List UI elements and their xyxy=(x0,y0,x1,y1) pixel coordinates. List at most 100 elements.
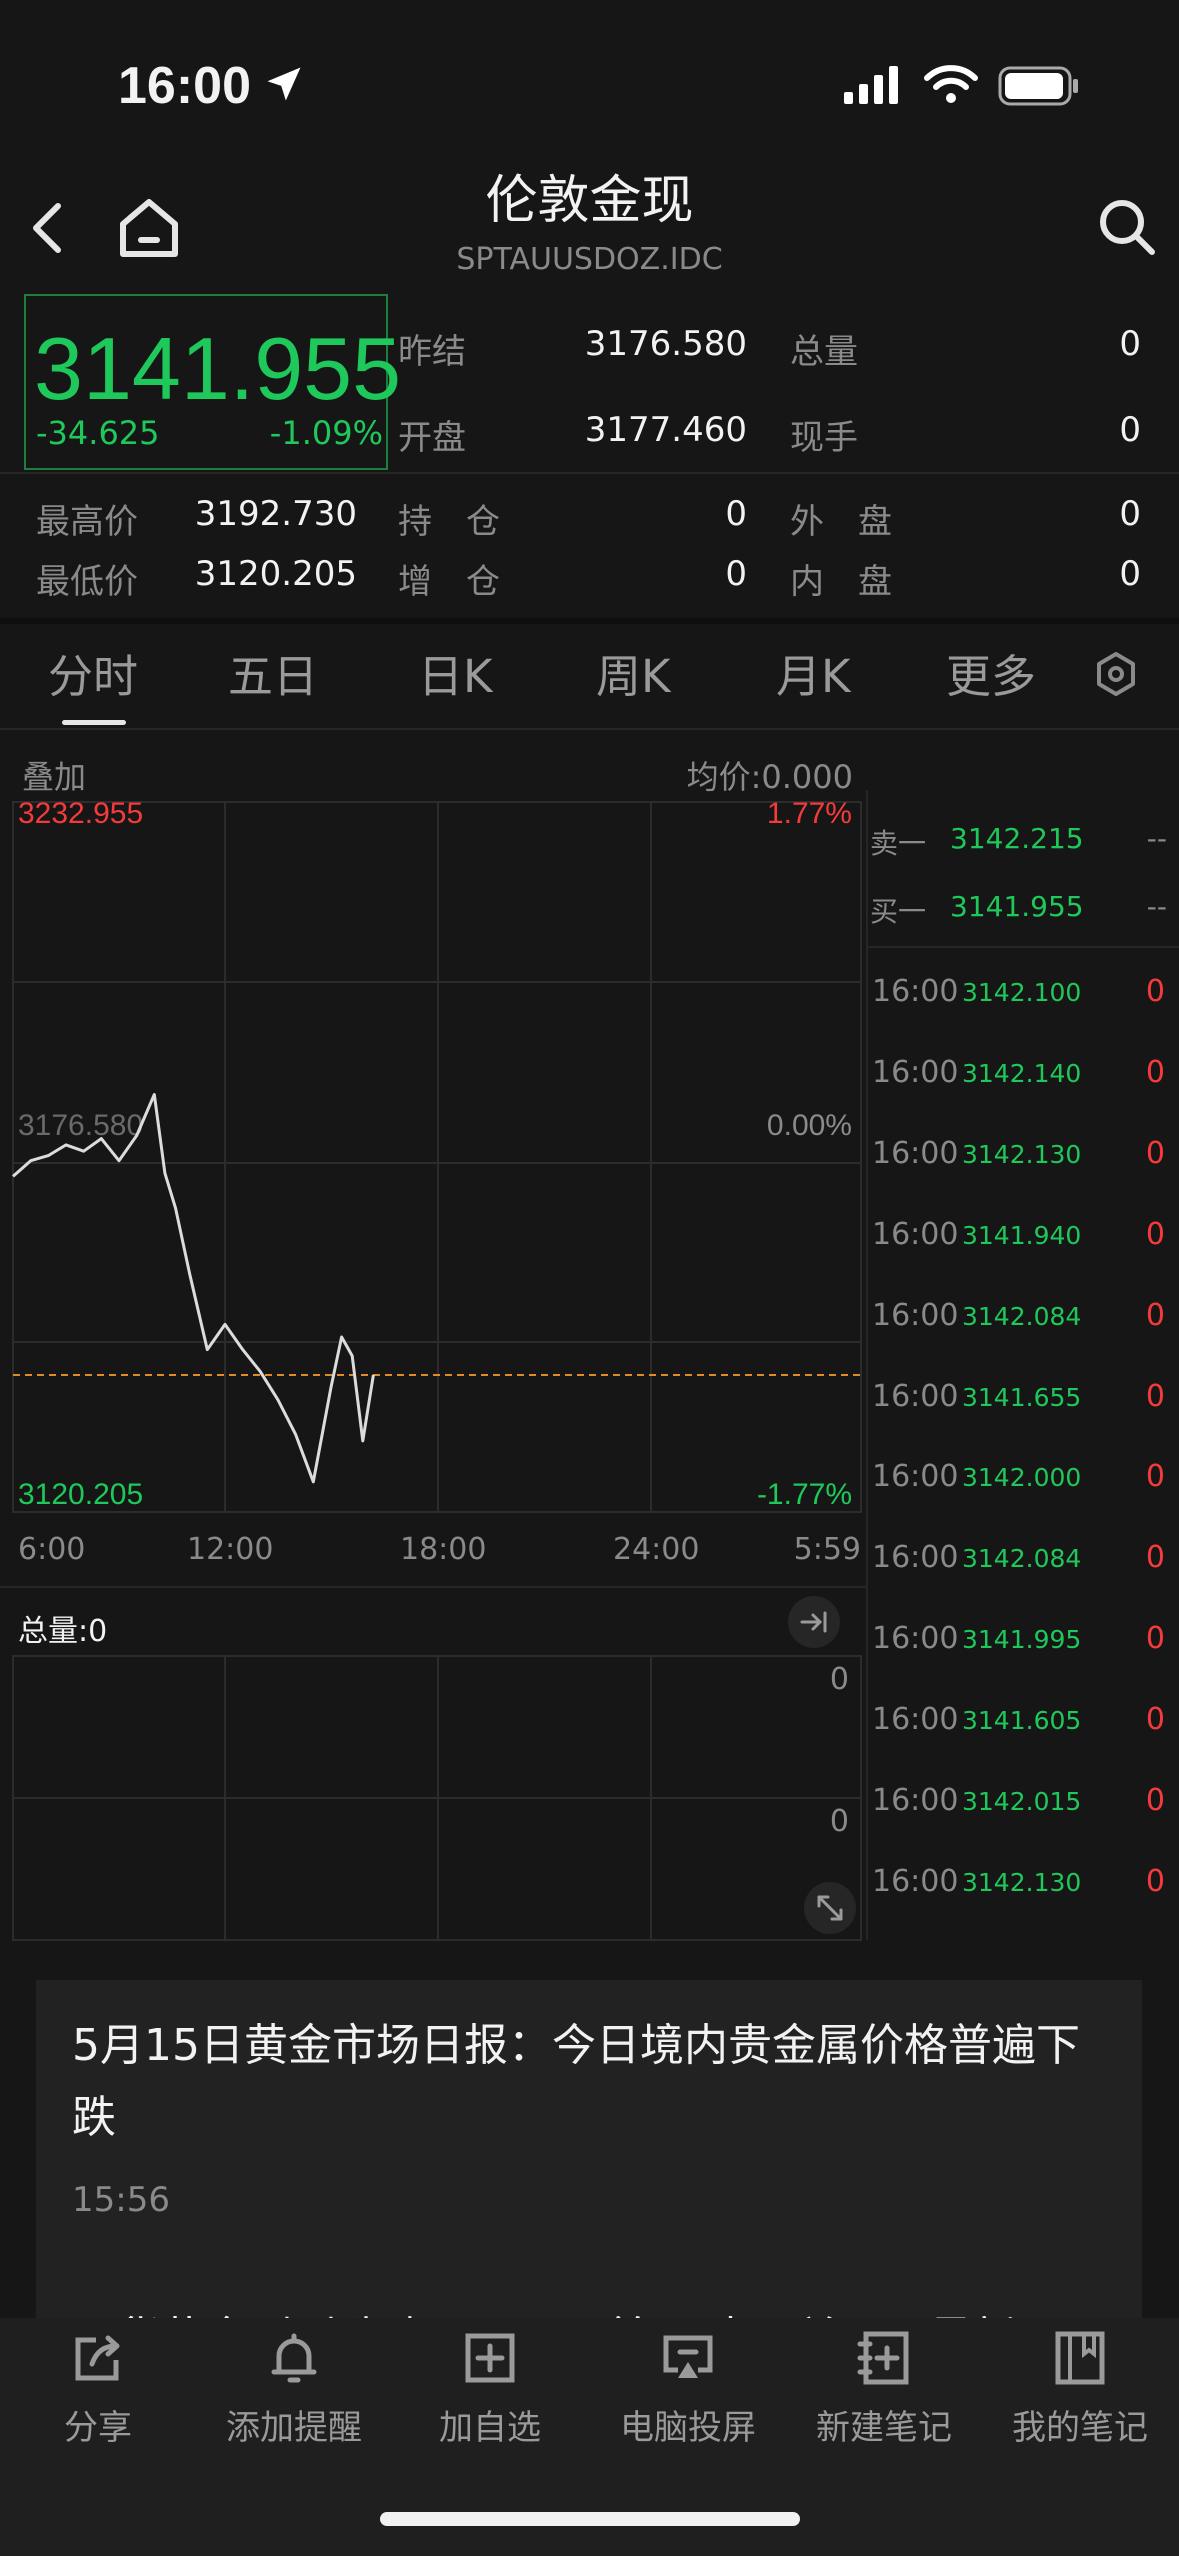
new-note-button[interactable]: 新建笔记 xyxy=(786,2330,982,2449)
current-hand-label: 现手 xyxy=(790,418,858,458)
high-value: 3192.730 xyxy=(194,494,357,534)
battery-icon xyxy=(998,66,1078,106)
plus-square-icon xyxy=(465,2333,515,2383)
tick-price: 3142.100 xyxy=(962,978,1082,1007)
tabs-divider xyxy=(0,728,1179,730)
orderbook-label: 卖一 xyxy=(870,827,927,860)
add-watchlist-button[interactable]: 加自选 xyxy=(392,2330,588,2449)
x-tick-0: 6:00 xyxy=(18,1532,86,1567)
intraday-price-chart[interactable]: 3176.580 3232.955 1.77% 0.00% 3120.205 -… xyxy=(0,790,866,1530)
tick-price: 3142.000 xyxy=(962,1463,1082,1493)
share-button[interactable]: 分享 xyxy=(0,2330,196,2449)
share-label: 分享 xyxy=(64,2408,132,2448)
tick-time: 16:00 xyxy=(872,1378,959,1414)
expand-icon xyxy=(817,1895,843,1921)
section-gap xyxy=(0,618,1179,624)
price-series-line xyxy=(12,1093,375,1484)
tab-weekly-k[interactable]: 周K xyxy=(596,640,671,705)
chart-bottom-pct: -1.77% xyxy=(757,1478,852,1511)
share-icon xyxy=(75,2335,120,2381)
tick-price: 3142.130 xyxy=(962,1867,1082,1897)
axis-divider xyxy=(0,1586,866,1588)
tick-volume: 0 xyxy=(1145,1459,1165,1495)
expand-chart-button[interactable] xyxy=(804,1882,856,1934)
last-price: 3141.955 xyxy=(34,319,402,418)
chart-top-price: 3232.955 xyxy=(18,797,143,830)
open-label: 开盘 xyxy=(398,418,466,458)
orderbook-divider xyxy=(868,946,1179,948)
add-position-value: 0 xyxy=(725,554,747,594)
tick-time: 16:00 xyxy=(872,1863,959,1899)
instrument-code: SPTAUUSDOZ.IDC xyxy=(456,242,723,277)
position-label: 持 仓 xyxy=(398,502,500,542)
chart-settings-icon[interactable] xyxy=(1092,650,1140,698)
home-indicator[interactable] xyxy=(380,2512,800,2526)
screen-cast-button[interactable]: 电脑投屏 xyxy=(590,2330,786,2449)
prev-settle-label: 昨结 xyxy=(398,332,466,372)
screen-cast-label: 电脑投屏 xyxy=(620,2408,756,2448)
inner-label: 内 盘 xyxy=(790,562,892,602)
tick-volume: 0 xyxy=(1145,974,1165,1009)
collapse-panel-button[interactable] xyxy=(788,1596,840,1648)
low-value: 3120.205 xyxy=(194,554,357,594)
x-tick-3: 24:00 xyxy=(613,1532,700,1567)
open-value: 3177.460 xyxy=(584,410,747,450)
my-notes-button[interactable]: 我的笔记 xyxy=(982,2330,1178,2449)
notebook-icon xyxy=(1055,2331,1105,2385)
news-title[interactable]: 5月15日黄金市场日报：今日境内贵金属价格普遍下跌 xyxy=(72,2010,1082,2154)
chart-bottom-price: 3120.205 xyxy=(18,1478,143,1511)
tab-five-day[interactable]: 五日 xyxy=(228,640,318,705)
tick-price: 3142.084 xyxy=(962,1544,1082,1574)
low-label: 最低价 xyxy=(36,562,138,602)
tick-price: 3142.084 xyxy=(962,1301,1082,1331)
collapse-right-icon xyxy=(800,1611,827,1633)
add-position-label: 增 仓 xyxy=(398,562,500,602)
chart-grid xyxy=(12,801,862,1513)
tick-volume: 0 xyxy=(1145,1378,1165,1414)
volume-chart xyxy=(12,1655,862,1941)
price-change: -34.625 xyxy=(36,414,160,452)
tab-active-indicator xyxy=(62,720,126,725)
outer-label: 外 盘 xyxy=(790,502,892,542)
tick-time: 16:00 xyxy=(872,1621,959,1657)
search-icon[interactable] xyxy=(1096,196,1158,258)
bell-icon xyxy=(271,2333,317,2383)
price-change-pct: -1.09% xyxy=(269,414,383,452)
add-watchlist-label: 加自选 xyxy=(439,2408,541,2448)
chart-mid-price: 3176.580 xyxy=(18,1109,143,1142)
my-notes-label: 我的笔记 xyxy=(1012,2408,1148,2448)
tab-monthly-k[interactable]: 月K xyxy=(776,640,851,705)
tick-price: 3141.940 xyxy=(962,1220,1082,1250)
tick-time: 16:00 xyxy=(872,1540,959,1576)
signal-icon xyxy=(844,66,898,104)
current-hand-value: 0 xyxy=(1119,410,1141,450)
tick-price: 3142.130 xyxy=(962,1139,1082,1169)
chart-mid-pct: 0.00% xyxy=(767,1109,852,1142)
tick-time: 16:00 xyxy=(872,1216,959,1252)
orderbook-qty: -- xyxy=(1146,822,1167,855)
volume-total-label: 总量:0 xyxy=(18,1614,108,1649)
tab-intraday[interactable]: 分时 xyxy=(48,640,138,705)
divider xyxy=(0,472,1179,474)
tick-volume: 0 xyxy=(1145,1216,1165,1252)
tab-more[interactable]: 更多 xyxy=(946,640,1036,705)
orderbook-label: 买一 xyxy=(870,895,927,928)
tick-time: 16:00 xyxy=(872,1054,959,1090)
orderbook-qty: -- xyxy=(1146,890,1167,923)
side-panel-divider xyxy=(866,790,868,1940)
tick-volume: 0 xyxy=(1145,1621,1165,1657)
position-value: 0 xyxy=(725,494,747,534)
tick-price: 3141.605 xyxy=(962,1706,1082,1736)
wifi-icon xyxy=(924,65,978,103)
tab-daily-k[interactable]: 日K xyxy=(418,640,493,705)
news-title-next[interactable]: 现货黄金刚刚跌破3142.00美元/盎司关口，最新 xyxy=(72,2302,1142,2319)
tick-time: 16:00 xyxy=(872,974,959,1009)
x-tick-2: 18:00 xyxy=(400,1532,487,1567)
add-alert-button[interactable]: 添加提醒 xyxy=(196,2330,392,2449)
orderbook-price: 3141.955 xyxy=(950,890,1084,923)
location-arrow-icon xyxy=(267,67,301,101)
tick-price: 3142.015 xyxy=(962,1787,1082,1816)
prev-settle-value: 3176.580 xyxy=(584,324,747,364)
orderbook-price: 3142.215 xyxy=(950,822,1084,855)
tick-volume: 0 xyxy=(1145,1783,1165,1818)
